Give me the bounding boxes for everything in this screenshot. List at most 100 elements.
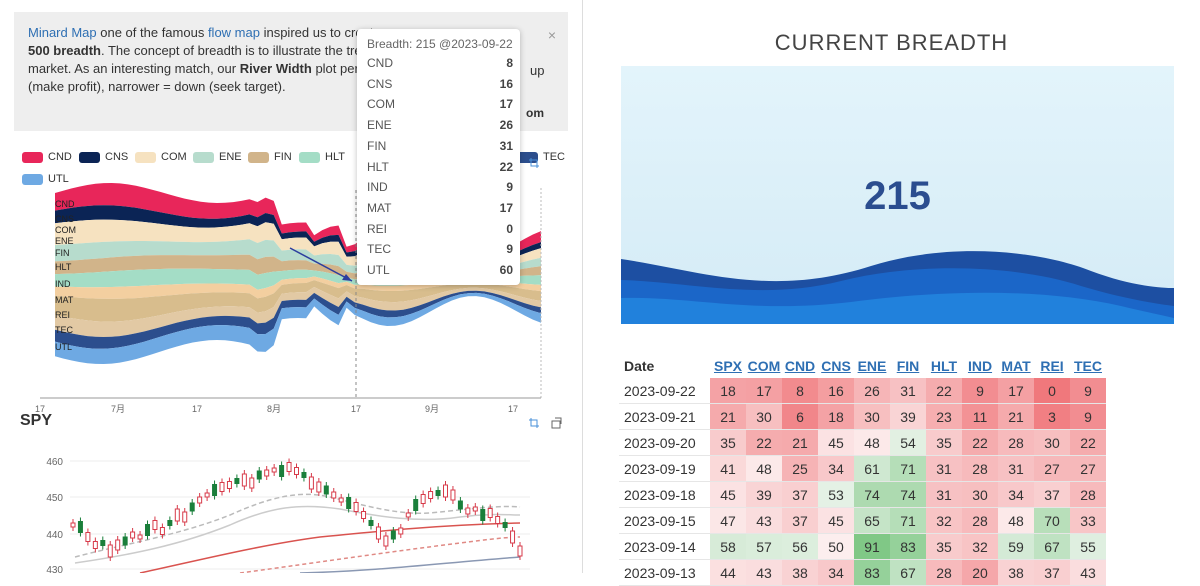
breadth-cell: 43 (746, 507, 782, 534)
breadth-cell: 74 (890, 481, 926, 508)
candle (212, 484, 218, 496)
x-tick-label: 17 (351, 404, 361, 414)
tooltip-title: Breadth: 215 @2023-09-22 (367, 37, 513, 51)
x-tick-label: 8月 (267, 404, 281, 414)
column-header-rei[interactable]: REI (1034, 354, 1070, 378)
breadth-cell: 9 (1070, 403, 1106, 430)
column-header-mat[interactable]: MAT (998, 354, 1034, 378)
breadth-cell: 50 (818, 533, 854, 560)
candle (308, 476, 314, 490)
tooltip-sector: CND (367, 56, 393, 70)
breadth-cell: 71 (890, 455, 926, 482)
breadth-cell: 39 (890, 403, 926, 430)
candle (346, 497, 352, 509)
zoom-icon[interactable] (528, 417, 540, 429)
date-header: Date (624, 358, 655, 374)
moving-average-line (139, 522, 521, 573)
tooltip-value: 9 (506, 242, 513, 257)
table-row: 2023-09-15 47 43 37 45 65 71 32 28 48 70 33 (619, 507, 1106, 534)
table-row: 2023-09-21 21 30 6 18 30 39 23 11 21 3 9 (619, 403, 1106, 430)
close-icon[interactable]: × (548, 26, 556, 44)
zoom-icon[interactable] (528, 157, 540, 169)
candle (487, 508, 493, 518)
candle (92, 541, 98, 549)
candle (502, 522, 508, 528)
breadth-cell: 71 (890, 507, 926, 534)
flow-map-link[interactable]: flow map (208, 25, 260, 40)
note-text: one of the famous (96, 25, 208, 40)
candle (279, 465, 285, 477)
breadth-cell: 59 (998, 533, 1034, 560)
restore-icon[interactable] (550, 417, 562, 429)
breadth-cell: 39 (746, 481, 782, 508)
breadth-cell: 25 (782, 455, 818, 482)
tooltip-row: UTL 60 (367, 263, 513, 277)
note-tail: om (526, 106, 544, 120)
breadth-cell: 47 (710, 507, 746, 534)
column-header-ene[interactable]: ENE (854, 354, 890, 378)
breadth-cell: 37 (782, 507, 818, 534)
breadth-cell: 22 (746, 429, 782, 456)
note-bold: 500 breadth (28, 43, 101, 58)
y-tick-label: 430 (46, 565, 63, 573)
tooltip-sector: REI (367, 221, 388, 236)
breadth-cell: 30 (962, 481, 998, 508)
breadth-gauge: 215 (621, 66, 1174, 324)
candle (361, 511, 367, 519)
tooltip-value: 31 (499, 138, 513, 153)
tooltip-value: 8 (506, 56, 513, 70)
breadth-cell: 9 (962, 378, 998, 404)
tooltip-sector: CNS (367, 76, 393, 91)
candle (450, 489, 456, 501)
candle (197, 496, 203, 504)
breadth-cell: 16 (818, 378, 854, 404)
y-tick-label: 460 (46, 457, 63, 468)
breadth-cell: 21 (998, 403, 1034, 430)
note-line-2: 500 breadth. The concept of breadth is t… (28, 42, 376, 60)
x-tick-label: 17 (508, 404, 518, 414)
breadth-cell: 21 (782, 429, 818, 456)
tooltip-row: CND 8 (367, 56, 513, 70)
breadth-cell: 74 (854, 481, 890, 508)
candle (338, 497, 344, 503)
table-row: 2023-09-20 35 22 21 45 48 54 35 22 28 30 22 (619, 429, 1106, 456)
breadth-cell: 41 (710, 455, 746, 482)
column-header-fin[interactable]: FIN (890, 354, 926, 378)
candle (517, 545, 523, 557)
tooltip-value: 26 (499, 118, 513, 133)
breadth-cell: 37 (1034, 481, 1070, 508)
breadth-cell: 30 (854, 403, 890, 430)
breadth-cell: 65 (854, 507, 890, 534)
breadth-table: Date SPX COM CND CNS ENE FIN HLT IND MAT REI TEC 2… (619, 354, 1106, 586)
breadth-cell: 48 (746, 455, 782, 482)
column-header-tec[interactable]: TEC (1070, 354, 1106, 378)
candle (323, 485, 329, 495)
candle (443, 484, 448, 498)
column-header-cnd[interactable]: CND (782, 354, 818, 378)
x-tick-label: 17 (192, 404, 202, 414)
candle (457, 500, 463, 510)
column-header-spx[interactable]: SPX (710, 354, 746, 378)
row-date: 2023-09-18 (619, 481, 710, 508)
candle (375, 526, 381, 540)
y-tick-label: 440 (46, 530, 63, 541)
column-header-hlt[interactable]: HLT (926, 354, 962, 378)
tooltip-value: 17 (499, 200, 513, 215)
tooltip-row: CNS 16 (367, 77, 513, 91)
column-header-ind[interactable]: IND (962, 354, 998, 378)
current-breadth-title: CURRENT BREADTH (774, 30, 1009, 55)
breadth-cell: 91 (854, 533, 890, 560)
candle (249, 477, 255, 489)
tooltip-sector: FIN (367, 138, 387, 153)
candle (398, 527, 404, 535)
candle (301, 472, 307, 478)
spy-candlestick-chart[interactable]: 460 450 440 430 (0, 445, 582, 573)
stream-axis-label: IND (55, 279, 71, 289)
breadth-cell: 56 (782, 533, 818, 560)
minard-map-link[interactable]: Minard Map (28, 25, 97, 40)
tooltip-row: HLT 22 (367, 160, 513, 174)
breadth-cell: 45 (710, 481, 746, 508)
candle (271, 467, 277, 473)
column-header-com[interactable]: COM (746, 354, 782, 378)
column-header-cns[interactable]: CNS (818, 354, 854, 378)
